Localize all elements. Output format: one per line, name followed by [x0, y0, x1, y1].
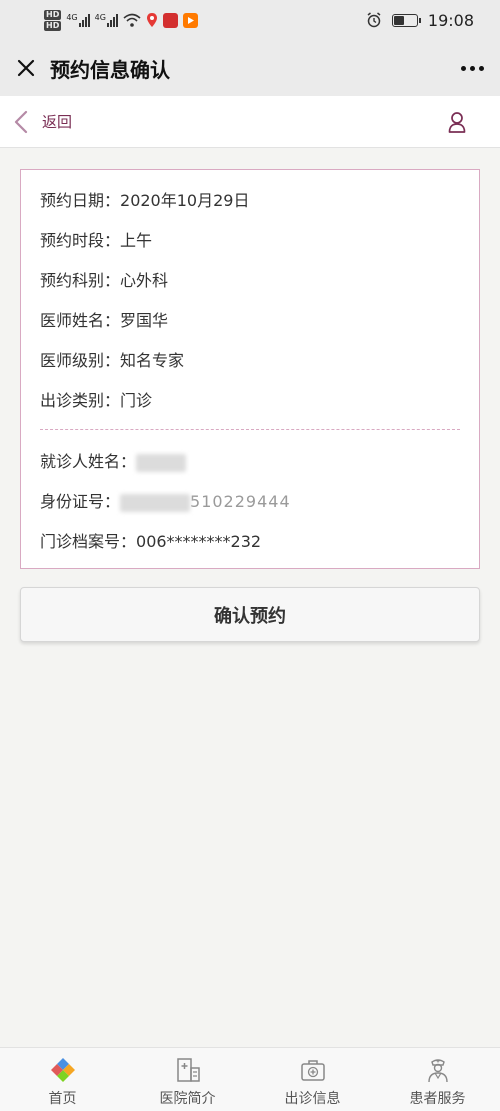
tab-schedule-info-label: 出诊信息	[284, 1091, 341, 1107]
value-doctor-level: 知名专家	[120, 351, 185, 370]
value-visit-type: 门诊	[120, 391, 153, 410]
tab-home[interactable]: 首页	[0, 1048, 125, 1111]
value-appointment-date: 2020年10月29日	[120, 191, 250, 210]
reader-app-icon	[162, 12, 178, 28]
value-record-number: 006********232	[136, 532, 262, 551]
battery-fill	[393, 15, 404, 25]
user-icon[interactable]	[448, 111, 466, 133]
label-department: 预约科别：	[40, 271, 121, 290]
label-doctor-level: 医师级别：	[40, 351, 121, 370]
confirm-appointment-button[interactable]: 确认预约	[20, 587, 480, 642]
back-arrow-icon[interactable]	[14, 110, 28, 134]
signal-1-icon: 4G	[66, 13, 90, 27]
video-app-icon	[182, 12, 198, 28]
battery-icon	[391, 13, 421, 27]
status-right: 19:08	[366, 11, 474, 30]
row-doctor-name: 医师姓名：罗国华	[40, 306, 479, 346]
label-appointment-period: 预约时段：	[40, 231, 121, 250]
patient-name-redacted	[136, 453, 187, 472]
row-id-card: 身份证号： 510229444	[40, 487, 479, 527]
nav-bar: 返回	[0, 96, 500, 148]
wifi-icon	[123, 13, 141, 27]
label-record-number: 门诊档案号：	[40, 532, 137, 551]
row-patient-name: 就诊人姓名：	[40, 447, 479, 487]
value-appointment-period: 上午	[120, 231, 153, 250]
row-department: 预约科别：心外科	[40, 266, 479, 306]
tab-patient-services-label: 患者服务	[409, 1091, 466, 1107]
row-appointment-period: 预约时段：上午	[40, 226, 479, 266]
back-button[interactable]: 返回	[42, 111, 72, 132]
clock: 19:08	[427, 10, 474, 30]
home-icon	[50, 1058, 75, 1082]
title-bar: 预约信息确认	[0, 40, 500, 96]
id-card-redacted	[120, 493, 191, 512]
tab-patient-services[interactable]: 患者服务	[375, 1048, 500, 1111]
label-appointment-date: 预约日期：	[40, 191, 121, 210]
row-doctor-level: 医师级别：知名专家	[40, 346, 479, 386]
nurse-icon	[427, 1059, 448, 1083]
close-icon[interactable]	[16, 58, 36, 78]
page-title: 预约信息确认	[50, 57, 170, 82]
label-id-card: 身份证号：	[40, 492, 121, 511]
hd-indicators: HD HD	[44, 9, 62, 31]
value-doctor-name: 罗国华	[120, 311, 169, 330]
tab-schedule-info[interactable]: 出诊信息	[250, 1048, 375, 1111]
label-visit-type: 出诊类别：	[40, 391, 121, 410]
signal-2-icon: 4G	[95, 13, 118, 27]
row-visit-type: 出诊类别：门诊	[40, 386, 479, 426]
tab-hospital-intro-label: 医院简介	[159, 1091, 216, 1107]
id-card-partial: 510229444	[190, 492, 291, 511]
tab-home-label: 首页	[48, 1091, 77, 1107]
location-icon	[146, 13, 157, 27]
label-doctor-name: 医师姓名：	[40, 311, 121, 330]
status-left: HD HD 4G 4G	[44, 9, 198, 31]
dashed-divider	[40, 429, 460, 430]
more-icon[interactable]	[461, 65, 484, 71]
network-type-1: 4G	[66, 13, 78, 22]
hd-badge-2: HD	[44, 20, 62, 31]
row-record-number: 门诊档案号：006********232	[40, 527, 479, 567]
hd-badge-1: HD	[44, 9, 62, 20]
row-appointment-date: 预约日期：2020年10月29日	[40, 186, 479, 226]
value-department: 心外科	[120, 271, 169, 290]
appointment-info-card: 预约日期：2020年10月29日 预约时段：上午 预约科别：心外科 医师姓名：罗…	[20, 169, 480, 569]
medical-kit-icon	[300, 1060, 325, 1081]
status-bar: HD HD 4G 4G 19:08	[0, 0, 500, 40]
bottom-tab-bar: 首页 医院简介 出诊信息 患者服务	[0, 1047, 500, 1111]
network-type-2: 4G	[94, 13, 106, 22]
alarm-icon	[367, 12, 381, 28]
tab-hospital-intro[interactable]: 医院简介	[125, 1048, 250, 1111]
hospital-icon	[176, 1058, 200, 1082]
label-patient-name: 就诊人姓名：	[40, 452, 137, 471]
